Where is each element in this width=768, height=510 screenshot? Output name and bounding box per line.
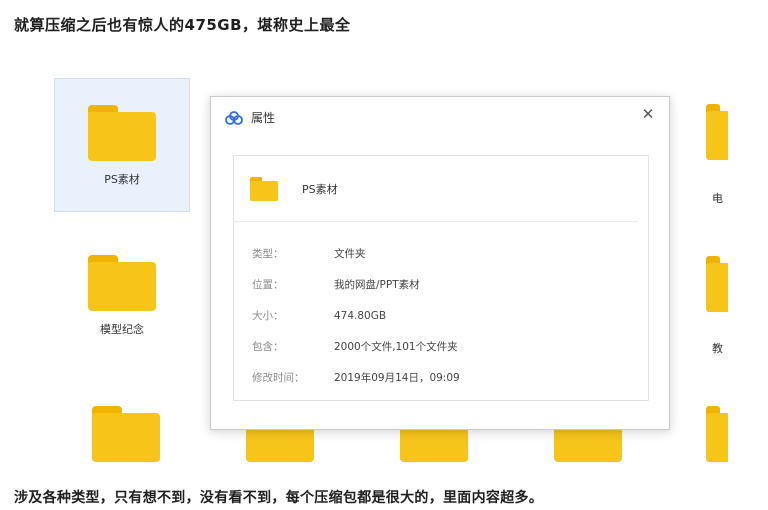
property-row: 位置： 我的网盘/PPT素材 — [234, 269, 648, 300]
property-key: 包含： — [252, 341, 284, 353]
close-icon[interactable]: ✕ — [639, 105, 657, 123]
folder-icon[interactable] — [706, 104, 728, 160]
folder-icon — [88, 105, 156, 161]
property-key: 类型： — [252, 248, 284, 260]
dialog-header[interactable]: 属性 ✕ — [211, 97, 669, 137]
cloud-icon — [225, 110, 243, 125]
property-row: 修改时间： 2019年09月14日，09:09 — [234, 362, 648, 393]
property-key: 修改时间： — [252, 372, 305, 384]
folder-name: PS素材 — [302, 182, 338, 196]
folder-label: 电 — [712, 192, 723, 205]
properties-card: PS素材 类型： 文件夹 位置： 我的网盘/PPT素材 大小： 474.80GB… — [233, 155, 649, 401]
property-value: 2000个文件,101个文件夹 — [334, 341, 458, 353]
footline: 涉及各种类型，只有想不到，没有看不到，每个压缩包都是很大的，里面内容超多。 — [14, 490, 544, 506]
property-row: 类型： 文件夹 — [234, 238, 648, 269]
folder-icon[interactable] — [92, 406, 160, 462]
folder-label: 模型纪念 — [100, 323, 144, 336]
property-value: 474.80GB — [334, 309, 387, 322]
property-list: 类型： 文件夹 位置： 我的网盘/PPT素材 大小： 474.80GB 包含： … — [234, 222, 648, 393]
folder-icon[interactable] — [706, 256, 728, 312]
property-row: 包含： 2000个文件,101个文件夹 — [234, 331, 648, 362]
property-value: 我的网盘/PPT素材 — [334, 279, 420, 291]
headline: 就算压缩之后也有惊人的475GB，堪称史上最全 — [14, 16, 351, 34]
folder-summary: PS素材 — [234, 156, 638, 222]
properties-dialog: 属性 ✕ PS素材 类型： 文件夹 位置： 我的网盘/PPT素材 大小： 474… — [210, 96, 670, 430]
folder-icon — [88, 255, 156, 311]
dialog-title: 属性 — [251, 110, 276, 125]
property-key: 大小： — [252, 310, 284, 322]
property-value: 文件夹 — [334, 248, 366, 260]
folder-label: 教 — [712, 342, 723, 355]
property-value: 2019年09月14日，09:09 — [334, 372, 460, 384]
folder-label: PS素材 — [104, 173, 140, 186]
property-row: 大小： 474.80GB — [234, 300, 648, 331]
folder-item[interactable]: 模型纪念 — [54, 228, 190, 362]
folder-icon — [250, 176, 278, 201]
property-key: 位置： — [252, 279, 284, 291]
folder-ps-materials[interactable]: PS素材 — [54, 78, 190, 212]
folder-icon[interactable] — [706, 406, 728, 462]
